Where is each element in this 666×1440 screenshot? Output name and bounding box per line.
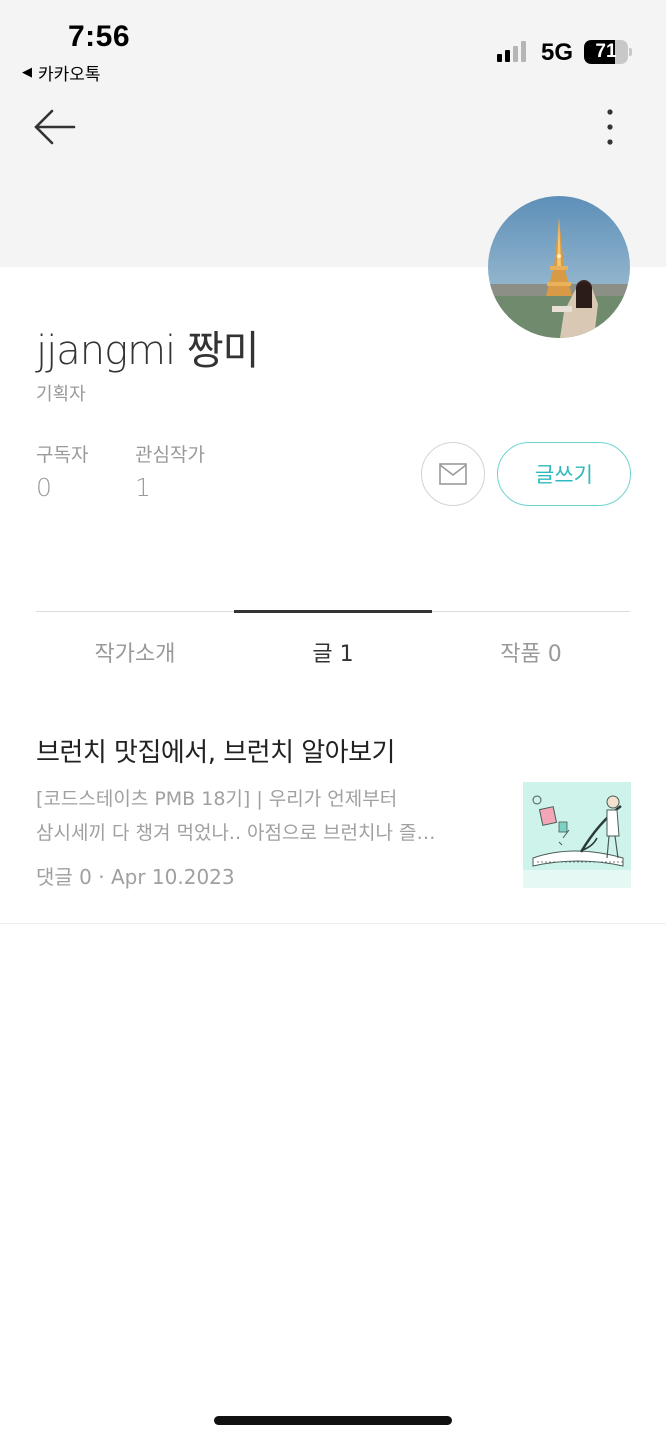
following-count: 1	[135, 473, 151, 502]
post-excerpt-line1: [코드스테이츠 PMB 18기] | 우리가 언제부터	[36, 788, 398, 810]
cellular-signal-icon	[497, 40, 526, 62]
vertical-dots-icon[interactable]	[592, 104, 628, 150]
following-stat[interactable]: 관심작가 1	[135, 440, 205, 502]
tab-author-intro[interactable]: 작가소개	[36, 614, 234, 690]
write-button[interactable]: 글쓰기	[497, 442, 631, 506]
avatar[interactable]	[488, 196, 630, 338]
envelope-icon	[439, 463, 467, 485]
post-thumbnail	[523, 782, 631, 888]
status-time: 7:56	[68, 20, 131, 53]
back-to-app-link[interactable]: ◀ 카카오톡	[22, 60, 101, 85]
subscribers-count: 0	[36, 473, 52, 502]
author-name: jjangmi 짱미	[36, 328, 259, 374]
subscribers-label: 구독자	[36, 444, 89, 466]
home-indicator[interactable]	[214, 1416, 452, 1425]
post-title: 브런치 맛집에서, 브런치 알아보기	[36, 738, 395, 768]
battery-icon: 71	[584, 40, 628, 64]
post-excerpt-line2: 삼시세끼 다 챙겨 먹었나.. 아점으로 브런치나 즐…	[36, 822, 436, 844]
network-type: 5G	[541, 39, 574, 66]
tab-works[interactable]: 작품 0	[432, 614, 630, 690]
battery-tip	[629, 48, 632, 56]
message-button[interactable]	[421, 442, 485, 506]
following-label: 관심작가	[135, 444, 205, 466]
author-role: 기획자	[36, 384, 86, 405]
subscribers-stat[interactable]: 구독자 0	[36, 440, 88, 502]
back-triangle-icon: ◀	[22, 65, 32, 80]
post-meta: 댓글 0 · Apr 10.2023	[36, 865, 235, 889]
active-tab-indicator	[234, 610, 432, 613]
battery-percent: 71	[595, 41, 617, 62]
list-item[interactable]: 브런치 맛집에서, 브런치 알아보기 [코드스테이츠 PMB 18기] | 우리…	[0, 718, 666, 924]
arrow-left-icon[interactable]	[30, 104, 80, 150]
tab-posts[interactable]: 글 1	[234, 614, 432, 690]
back-app-label: 카카오톡	[38, 65, 101, 85]
